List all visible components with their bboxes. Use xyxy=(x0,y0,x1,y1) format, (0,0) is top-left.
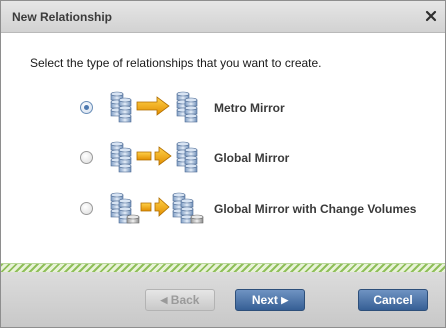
metro-mirror-icon xyxy=(107,88,207,128)
back-button-label: Back xyxy=(170,293,200,307)
instruction-text: Select the type of relationships that yo… xyxy=(30,56,322,70)
option-global-mirror-change-volumes[interactable]: Global Mirror with Change Volumes xyxy=(79,189,419,229)
option-global-mirror[interactable]: Global Mirror xyxy=(79,138,419,178)
dialog-footer: ◀ Back Next ▶ Cancel xyxy=(1,272,445,327)
global-mirror-label: Global Mirror xyxy=(214,151,290,165)
global-mirror-radio[interactable] xyxy=(80,151,93,164)
right-arrow-icon: ▶ xyxy=(281,295,289,305)
back-button[interactable]: ◀ Back xyxy=(145,289,215,311)
option-metro-mirror[interactable]: Metro Mirror xyxy=(79,88,419,128)
metro-mirror-radio[interactable] xyxy=(80,101,93,114)
dialog-titlebar[interactable]: New Relationship xyxy=(1,1,445,33)
cancel-button-label: Cancel xyxy=(373,293,413,307)
metro-mirror-label: Metro Mirror xyxy=(214,101,285,115)
cancel-button[interactable]: Cancel xyxy=(358,289,428,311)
next-button[interactable]: Next ▶ xyxy=(235,289,305,311)
global-mirror-change-volumes-icon xyxy=(107,189,204,224)
global-mirror-change-volumes-label: Global Mirror with Change Volumes xyxy=(214,202,417,216)
new-relationship-dialog: New Relationship Select the type of rela… xyxy=(0,0,446,328)
dialog-title: New Relationship xyxy=(12,10,113,24)
global-mirror-icon xyxy=(107,138,207,178)
left-arrow-icon: ◀ xyxy=(160,295,168,305)
next-button-label: Next xyxy=(251,293,278,307)
close-icon[interactable] xyxy=(423,8,439,24)
global-mirror-change-volumes-radio[interactable] xyxy=(80,202,93,215)
